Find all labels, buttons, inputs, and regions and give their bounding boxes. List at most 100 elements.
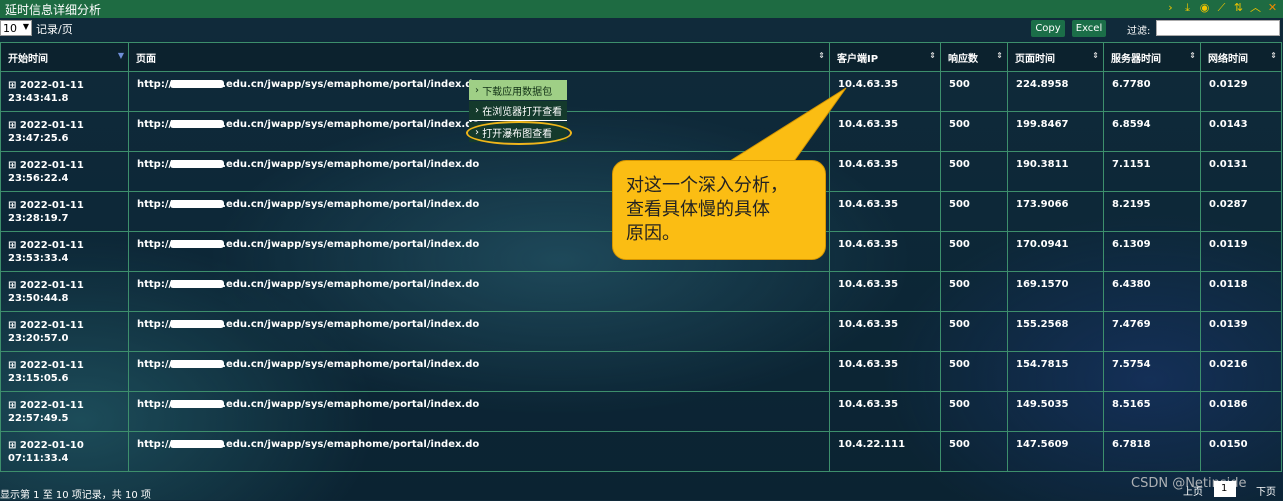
cell-network-time: 0.0131 xyxy=(1200,151,1282,192)
close-icon[interactable]: ✕ xyxy=(1266,1,1279,15)
redacted-domain xyxy=(170,200,225,208)
col-server-time[interactable]: 服务器时间 ⇕ xyxy=(1103,42,1201,72)
cell-responses: 500 xyxy=(940,111,1008,152)
redacted-domain xyxy=(170,80,225,88)
table-header: 开始时间 ▼ 页面 ⇕ 客户端IP ⇕ 响应数 ⇕ 页面时间 ⇕ 服务器时间 ⇕ 网络时间 ⇕ xyxy=(0,42,1282,72)
excel-button[interactable]: Excel xyxy=(1072,20,1106,37)
cell-server-time: 8.2195 xyxy=(1103,191,1201,232)
callout-line: 对这一个深入分析， xyxy=(626,175,788,196)
col-start-time[interactable]: 开始时间 ▼ xyxy=(0,42,129,72)
cell-start-time[interactable]: ⊞ 2022-01-11 23:56:22.4 xyxy=(0,151,129,192)
filter-label: 过滤: xyxy=(1127,26,1151,37)
cell-network-time: 0.0139 xyxy=(1200,311,1282,352)
page-size-select[interactable]: 10 ▼ xyxy=(0,20,32,36)
cell-page[interactable]: http://.edu.cn/jwapp/sys/emaphome/portal… xyxy=(128,271,830,312)
expand-icon[interactable]: ⊞ xyxy=(8,160,16,171)
current-page[interactable]: 1 xyxy=(1221,483,1227,494)
expand-icon[interactable]: ⊞ xyxy=(8,360,16,371)
cell-date: 2022-01-10 xyxy=(19,440,84,451)
expand-icon[interactable]: ⊞ xyxy=(8,200,16,211)
cell-network-time: 0.0216 xyxy=(1200,351,1282,392)
table-row[interactable]: ⊞ 2022-01-11 23:50:44.8 http://.edu.cn/jwa… xyxy=(0,271,1282,312)
expand-icon[interactable]: ⊞ xyxy=(8,120,16,131)
next-page-button[interactable]: 下页 xyxy=(1256,483,1276,498)
cell-page[interactable]: http://.edu.cn/jwapp/sys/emaphome/portal… xyxy=(128,391,830,432)
cell-network-time: 0.0287 xyxy=(1200,191,1282,232)
highlight-ring xyxy=(466,121,572,145)
cell-start-time[interactable]: ⊞ 2022-01-11 23:53:33.4 xyxy=(0,231,129,272)
chevron-right-icon[interactable]: › xyxy=(1164,1,1177,15)
cell-start-time[interactable]: ⊞ 2022-01-11 23:50:44.8 xyxy=(0,271,129,312)
cell-page[interactable]: http://.edu.cn/jwapp/sys/emaphome/portal… xyxy=(128,431,830,472)
cell-time: 23:20:57.0 xyxy=(8,333,69,344)
cell-time: 23:50:44.8 xyxy=(8,293,69,304)
page-size-value: 10 xyxy=(3,21,17,35)
cell-client-ip: 10.4.63.35 xyxy=(829,271,941,312)
cell-date: 2022-01-11 xyxy=(19,80,84,91)
col-client-ip[interactable]: 客户端IP ⇕ xyxy=(829,42,941,72)
title-bar-icons: › ⤓ ◉ ⟋ ⇅ ︿ ✕ xyxy=(1164,1,1279,15)
cell-page-time: 154.7815 xyxy=(1007,351,1104,392)
cell-client-ip: 10.4.63.35 xyxy=(829,191,941,232)
title-bar: 延时信息详细分析 › ⤓ ◉ ⟋ ⇅ ︿ ✕ xyxy=(0,0,1283,18)
table-row[interactable]: ⊞ 2022-01-11 23:20:57.0 http://.edu.cn/jwa… xyxy=(0,311,1282,352)
cell-network-time: 0.0186 xyxy=(1200,391,1282,432)
expand-icon[interactable]: ⊞ xyxy=(8,80,16,91)
cell-page[interactable]: http://.edu.cn/jwapp/sys/emaphome/portal… xyxy=(128,351,830,392)
sort-icon[interactable]: ⇅ xyxy=(1232,1,1245,15)
sort-icon: ⇕ xyxy=(1189,51,1196,60)
table-row[interactable]: ⊞ 2022-01-11 23:15:05.6 http://.edu.cn/jwa… xyxy=(0,351,1282,392)
cell-time: 23:15:05.6 xyxy=(8,373,69,384)
col-network-time[interactable]: 网络时间 ⇕ xyxy=(1200,42,1282,72)
sort-icon: ⇕ xyxy=(996,51,1003,60)
table-row[interactable]: ⊞ 2022-01-11 23:43:41.8 http://.edu.cn/jwa… xyxy=(0,71,1282,112)
filter-input[interactable] xyxy=(1156,20,1280,36)
table-row[interactable]: ⊞ 2022-01-11 22:57:49.5 http://.edu.cn/jwa… xyxy=(0,391,1282,432)
cell-date: 2022-01-11 xyxy=(19,200,84,211)
expand-icon[interactable]: ⊞ xyxy=(8,320,16,331)
table-row[interactable]: ⊞ 2022-01-11 23:47:25.6 http://.edu.cn/jwa… xyxy=(0,111,1282,152)
globe-icon[interactable]: ◉ xyxy=(1198,1,1211,15)
cell-page-time: 173.9066 xyxy=(1007,191,1104,232)
cell-page[interactable]: http://.edu.cn/jwapp/sys/emaphome/portal… xyxy=(128,311,830,352)
cell-date: 2022-01-11 xyxy=(19,400,84,411)
copy-button[interactable]: Copy xyxy=(1031,20,1065,37)
expand-icon[interactable]: ⊞ xyxy=(8,280,16,291)
table-row[interactable]: ⊞ 2022-01-10 07:11:33.4 http://.edu.cn/jwa… xyxy=(0,431,1282,472)
chart-icon[interactable]: ⟋ xyxy=(1215,1,1228,15)
menu-item-download-package[interactable]: › 下载应用数据包 xyxy=(469,80,567,100)
cell-client-ip: 10.4.63.35 xyxy=(829,311,941,352)
expand-icon[interactable]: ⊞ xyxy=(8,440,16,451)
collapse-icon[interactable]: ︿ xyxy=(1249,1,1262,15)
cell-start-time[interactable]: ⊞ 2022-01-11 23:28:19.7 xyxy=(0,191,129,232)
annotation-callout: 对这一个深入分析， 查看具体慢的具体 原因。 xyxy=(612,160,826,260)
cell-start-time[interactable]: ⊞ 2022-01-11 23:43:41.8 xyxy=(0,71,129,112)
cell-date: 2022-01-11 xyxy=(19,360,84,371)
col-page-time[interactable]: 页面时间 ⇕ xyxy=(1007,42,1104,72)
cell-start-time[interactable]: ⊞ 2022-01-11 23:20:57.0 xyxy=(0,311,129,352)
prev-page-button[interactable]: 上页 xyxy=(1183,483,1203,498)
col-responses[interactable]: 响应数 ⇕ xyxy=(940,42,1008,72)
cell-time: 23:53:33.4 xyxy=(8,253,69,264)
sort-icon: ⇕ xyxy=(929,51,936,60)
col-page[interactable]: 页面 ⇕ xyxy=(128,42,830,72)
cell-start-time[interactable]: ⊞ 2022-01-11 23:47:25.6 xyxy=(0,111,129,152)
cell-page-time: 190.3811 xyxy=(1007,151,1104,192)
cell-time: 23:28:19.7 xyxy=(8,213,69,224)
menu-item-open-in-browser[interactable]: › 在浏览器打开查看 xyxy=(469,101,567,121)
expand-icon[interactable]: ⊞ xyxy=(8,240,16,251)
cell-responses: 500 xyxy=(940,351,1008,392)
cell-start-time[interactable]: ⊞ 2022-01-11 23:15:05.6 xyxy=(0,351,129,392)
cell-start-time[interactable]: ⊞ 2022-01-11 22:57:49.5 xyxy=(0,391,129,432)
cell-client-ip: 10.4.63.35 xyxy=(829,351,941,392)
cell-page-time: 147.5609 xyxy=(1007,431,1104,472)
cell-start-time[interactable]: ⊞ 2022-01-10 07:11:33.4 xyxy=(0,431,129,472)
redacted-domain xyxy=(170,440,225,448)
cell-responses: 500 xyxy=(940,311,1008,352)
redacted-domain xyxy=(170,280,225,288)
cell-page-time: 170.0941 xyxy=(1007,231,1104,272)
redacted-domain xyxy=(170,120,225,128)
cell-server-time: 7.1151 xyxy=(1103,151,1201,192)
expand-icon[interactable]: ⊞ xyxy=(8,400,16,411)
download-icon[interactable]: ⤓ xyxy=(1181,1,1194,15)
